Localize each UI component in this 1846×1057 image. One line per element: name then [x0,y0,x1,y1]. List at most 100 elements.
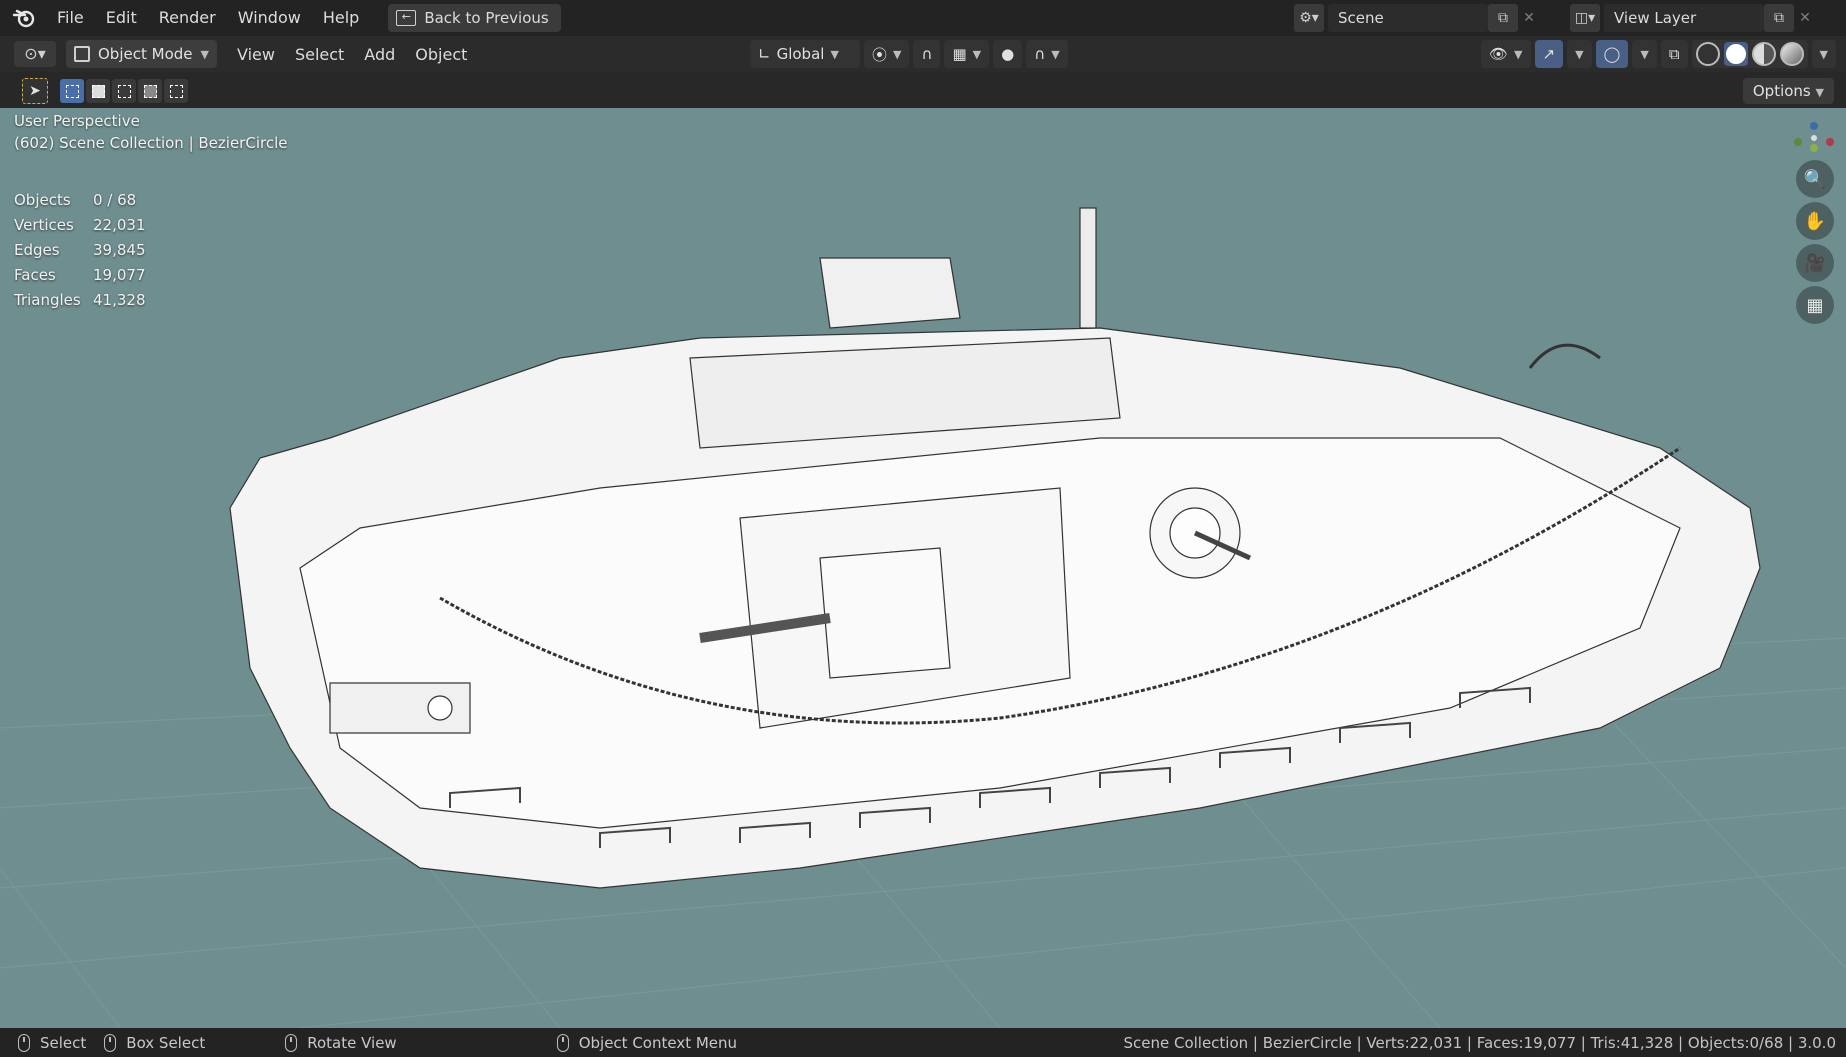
stat-value: 0 / 68 [93,191,137,209]
proportional-edit-icon: ● [1001,45,1015,63]
stat-row: Edges 39,845 [14,238,146,263]
menu-object[interactable]: Object [405,45,477,64]
object-mode-icon [74,46,90,62]
chevron-down-icon: ▼ [1575,47,1584,61]
shading-dropdown[interactable]: ▼ [1811,40,1836,68]
rendered-shading-icon[interactable] [1779,42,1804,66]
select-new-icon [65,84,79,98]
falloff-curve-icon: ∩ [1034,45,1046,63]
select-intersect-icon [169,84,183,98]
left-mouse-icon [18,1033,30,1052]
close-view-layer-icon[interactable]: ✕ [1794,4,1816,32]
gizmo-dropdown[interactable]: ▼ [1567,40,1592,68]
select-invert-button[interactable] [138,79,162,103]
stat-label: Objects [14,191,71,209]
gizmo-icon: ↗ [1542,45,1556,63]
menu-add[interactable]: Add [354,45,405,64]
menu-file[interactable]: File [46,3,95,33]
3d-viewport[interactable]: User Perspective (602) Scene Collection … [0,108,1846,1028]
stat-row: Triangles 41,328 [14,288,146,313]
new-scene-icon[interactable]: ⧉ [1488,4,1518,32]
select-intersect-button[interactable] [164,79,188,103]
chevron-down-icon: ▼ [1640,47,1649,61]
middle-mouse-icon [285,1033,298,1052]
stat-label: Vertices [14,216,74,234]
chevron-down-icon: ▼ [1514,47,1523,61]
chevron-down-icon: ▼ [1819,47,1828,61]
menu-window[interactable]: Window [227,3,312,33]
proportional-edit-toggle[interactable]: ● [993,40,1023,68]
stat-row: Objects 0 / 68 [14,188,146,213]
solid-shading-icon [1725,44,1746,64]
stat-label: Edges [14,241,60,259]
menu-help[interactable]: Help [312,3,370,33]
select-new-button[interactable] [60,79,84,103]
ortho-grid-icon[interactable]: ▦ [1796,286,1834,324]
overlays-toggle[interactable]: ◯ [1595,40,1629,68]
view-layer-browse-icon[interactable]: ◫▾ [1570,4,1600,32]
xray-icon: ⧉ [1668,45,1680,63]
solid-shading-button[interactable] [1723,42,1748,66]
stat-row: Vertices 22,031 [14,213,146,238]
editor-type-icon[interactable]: ⊙▾ [14,41,56,67]
chevron-down-icon: ▼ [893,47,902,61]
camera-view-icon[interactable]: 🎥 [1796,244,1834,282]
snap-target-dropdown[interactable]: ▦ ▼ [944,40,990,68]
navigation-gizmo-icon[interactable] [1792,120,1836,154]
stat-row: Faces 19,077 [14,263,146,288]
menu-edit[interactable]: Edit [95,3,148,33]
menu-view[interactable]: View [227,45,285,64]
shading-modes [1691,40,1808,68]
select-subtract-button[interactable] [112,79,136,103]
stat-label: Faces [14,266,56,284]
visibility-dropdown[interactable]: 👁 ▼ [1480,40,1531,68]
select-hint-label: Select [40,1033,87,1052]
pan-hand-icon[interactable]: ✋ [1796,202,1834,240]
pivot-point-dropdown[interactable]: ⦿ ▼ [864,40,910,68]
snap-toggle[interactable]: ∩ [913,40,941,68]
overlays-icon: ◯ [1603,45,1621,63]
chevron-down-icon: ▼ [972,47,982,61]
stat-value: 22,031 [93,216,146,234]
transform-orientation-dropdown[interactable]: ∟ Global ▼ [750,40,860,68]
chevron-down-icon: ▼ [1815,86,1824,99]
wireframe-shading-icon[interactable] [1695,42,1720,66]
gizmo-toggle[interactable]: ↗ [1534,40,1564,68]
stat-value: 41,328 [93,291,146,309]
zoom-icon[interactable]: 🔍 [1796,160,1834,198]
status-rotate-hint: Rotate View [285,1033,397,1052]
material-preview-icon[interactable] [1751,42,1776,66]
stat-value: 39,845 [93,241,146,259]
eye-icon: 👁 [1488,45,1509,63]
menu-select[interactable]: Select [285,45,354,64]
magnet-icon: ∩ [921,45,933,63]
blender-logo-icon[interactable] [12,6,36,30]
options-dropdown[interactable]: Options ▼ [1742,78,1834,104]
xray-toggle[interactable]: ⧉ [1660,40,1688,68]
menu-render[interactable]: Render [148,3,227,33]
select-invert-icon [143,84,157,98]
back-arrow-icon: ← [396,10,417,26]
back-to-previous-button[interactable]: ← Back to Previous [388,4,561,32]
select-subtract-icon [117,84,131,98]
box-select-hint-label: Box Select [126,1033,206,1052]
select-tool-icon[interactable]: ➤ [22,78,48,104]
select-extend-button[interactable] [86,79,110,103]
mode-selector[interactable]: Object Mode ▼ [66,40,217,68]
options-label: Options [1752,82,1811,100]
rotate-hint-label: Rotate View [307,1033,397,1052]
scene-statistics: Objects 0 / 68 Vertices 22,031 Edges 39,845… [14,188,146,313]
scene-info-text: Scene Collection | BezierCircle | Verts:… [1123,1033,1836,1052]
close-scene-icon[interactable]: ✕ [1518,4,1540,32]
new-view-layer-icon[interactable]: ⧉ [1764,4,1794,32]
view-layer-selector: ◫▾ View Layer ⧉ ✕ [1570,4,1816,32]
snap-grid-icon: ▦ [952,45,967,63]
scene-name-field[interactable]: Scene [1328,4,1488,32]
stat-label: Triangles [14,291,81,309]
overlays-dropdown[interactable]: ▼ [1632,40,1657,68]
scene-browse-icon[interactable]: ⚙▾ [1294,4,1324,32]
orientation-label: Global [776,45,825,63]
falloff-dropdown[interactable]: ∩ ▼ [1026,40,1068,68]
view-layer-name-field[interactable]: View Layer [1604,4,1764,32]
status-context-hint: Object Context Menu [556,1033,737,1052]
